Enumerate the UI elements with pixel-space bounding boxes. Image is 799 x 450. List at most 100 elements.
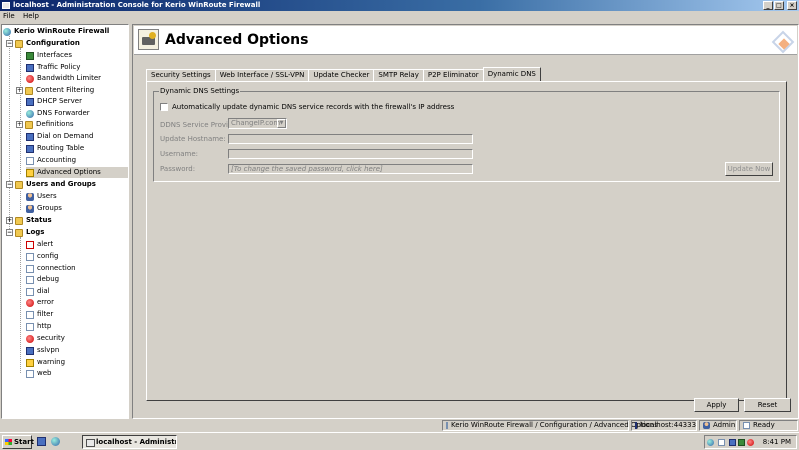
tree-item-definitions[interactable]: + Definitions: [16, 119, 74, 130]
expand-icon[interactable]: +: [6, 217, 13, 224]
tree-item-accounting[interactable]: Accounting: [26, 155, 76, 166]
auto-update-checkbox[interactable]: [160, 103, 168, 111]
tree-item-dhcp-server[interactable]: DHCP Server: [26, 96, 82, 107]
dns-forwarder-icon: [26, 109, 34, 118]
web-log-icon: [26, 369, 34, 378]
security-log-icon: [26, 334, 34, 343]
config-log-icon: [26, 252, 34, 261]
tree-item-interfaces[interactable]: Interfaces: [26, 50, 72, 61]
expand-icon[interactable]: +: [16, 87, 23, 94]
password-input[interactable]: [To change the saved password, click her…: [228, 164, 473, 174]
folder-open-icon: [15, 180, 23, 189]
minimize-button[interactable]: _: [763, 1, 773, 10]
tree-item-log-connection[interactable]: connection: [26, 263, 76, 274]
apply-button[interactable]: Apply: [694, 398, 739, 412]
tree-item-log-http[interactable]: http: [26, 321, 51, 332]
hostname-input[interactable]: [228, 134, 473, 144]
menu-file[interactable]: File: [0, 11, 18, 22]
options-tabs: Security Settings Web Interface / SSL-VP…: [146, 67, 541, 81]
collapse-icon[interactable]: −: [6, 40, 13, 47]
server-icon: [635, 422, 637, 429]
status-bar: Kerio WinRoute Firewall / Configuration …: [0, 419, 799, 431]
tree-item-users[interactable]: Users: [26, 191, 57, 202]
tab-web-interface-ssl-vpn[interactable]: Web Interface / SSL-VPN: [214, 69, 310, 81]
tree-item-dial-on-demand[interactable]: Dial on Demand: [26, 131, 93, 142]
taskbar: Start localhost - Administr... 8:41 PM: [0, 432, 799, 450]
start-button[interactable]: Start: [2, 435, 34, 449]
group-icon: [26, 204, 34, 213]
user-icon: [703, 422, 710, 429]
tree-item-log-warning[interactable]: warning: [26, 357, 65, 368]
window-title: localhost - Administration Console for K…: [13, 1, 261, 9]
menu-help[interactable]: Help: [20, 11, 42, 22]
tree-item-groups[interactable]: Groups: [26, 203, 62, 214]
username-input[interactable]: [228, 149, 473, 159]
tree-item-log-alert[interactable]: alert: [26, 239, 53, 250]
user-icon: [26, 192, 34, 201]
tree-item-status[interactable]: + Status: [6, 215, 52, 226]
filter-log-icon: [26, 310, 34, 319]
tab-p2p-eliminator[interactable]: P2P Eliminator: [422, 69, 484, 81]
taskbar-window-button[interactable]: localhost - Administr...: [82, 435, 177, 449]
status-state: Ready: [739, 420, 798, 431]
tree-item-log-debug[interactable]: debug: [26, 274, 59, 285]
tree-root[interactable]: Kerio WinRoute Firewall: [3, 26, 109, 37]
tree-item-users-and-groups[interactable]: − Users and Groups: [6, 179, 96, 190]
firewall-tray-icon[interactable]: [747, 439, 754, 446]
tree-item-content-filtering[interactable]: + Content Filtering: [16, 85, 94, 96]
provider-value: ChangeIP.com: [231, 119, 281, 127]
tree-connector: [20, 237, 21, 373]
dhcp-server-icon: [26, 97, 34, 106]
reset-button[interactable]: Reset: [744, 398, 791, 412]
tree-item-log-security[interactable]: security: [26, 333, 65, 344]
error-log-icon: [26, 298, 34, 307]
status-user: Admin: [699, 420, 737, 431]
tab-dynamic-dns[interactable]: Dynamic DNS: [482, 67, 541, 81]
tree-item-logs[interactable]: − Logs: [6, 227, 44, 238]
tab-update-checker[interactable]: Update Checker: [308, 69, 375, 81]
tab-security-settings[interactable]: Security Settings: [146, 69, 216, 81]
folder-open-icon: [15, 39, 23, 48]
warning-log-icon: [26, 358, 34, 367]
auto-update-label: Automatically update dynamic DNS service…: [172, 103, 455, 111]
tree-item-log-web[interactable]: web: [26, 368, 51, 379]
page-title: Advanced Options: [165, 32, 309, 48]
folder-icon: [25, 86, 33, 95]
tree-item-dns-forwarder[interactable]: DNS Forwarder: [26, 108, 90, 119]
hostname-label: Update Hostname:: [160, 135, 226, 143]
close-button[interactable]: ×: [787, 1, 797, 10]
ddns-settings-group: Dynamic DNS Settings Automatically updat…: [153, 87, 780, 182]
dial-log-icon: [26, 287, 34, 296]
maximize-button[interactable]: □: [774, 1, 784, 10]
chevron-down-icon[interactable]: ▼: [277, 119, 286, 128]
folder-open-icon: [15, 228, 23, 237]
tree-item-log-sslvpn[interactable]: sslvpn: [26, 345, 59, 356]
tree-item-log-dial[interactable]: dial: [26, 286, 50, 297]
kerio-tray-icon[interactable]: [729, 439, 736, 446]
auto-update-option[interactable]: Automatically update dynamic DNS service…: [160, 103, 454, 111]
internet-explorer-icon[interactable]: [51, 437, 60, 446]
update-now-button[interactable]: Update Now: [725, 162, 773, 176]
help-icon[interactable]: [707, 439, 714, 446]
network-icon[interactable]: [718, 439, 725, 446]
collapse-icon[interactable]: −: [6, 181, 13, 188]
tree-item-traffic-policy[interactable]: Traffic Policy: [26, 62, 80, 73]
expand-icon[interactable]: +: [16, 121, 23, 128]
tree-item-log-filter[interactable]: filter: [26, 309, 53, 320]
status-tray-icon[interactable]: [738, 439, 745, 446]
bandwidth-limiter-icon: [26, 74, 34, 83]
provider-select[interactable]: ChangeIP.com ▼: [228, 118, 287, 129]
tree-item-advanced-options[interactable]: Advanced Options: [26, 167, 128, 178]
tab-smtp-relay[interactable]: SMTP Relay: [373, 69, 424, 81]
collapse-icon[interactable]: −: [6, 229, 13, 236]
window-controls: _ □ ×: [763, 1, 797, 10]
tree-item-log-config[interactable]: config: [26, 251, 58, 262]
tree-item-routing-table[interactable]: Routing Table: [26, 143, 84, 154]
username-label: Username:: [160, 150, 199, 158]
tree-item-log-error[interactable]: error: [26, 297, 54, 308]
tree-item-bandwidth-limiter[interactable]: Bandwidth Limiter: [26, 73, 101, 84]
tree-item-configuration[interactable]: − Configuration: [6, 38, 80, 49]
accounting-icon: [26, 156, 34, 165]
password-label: Password:: [160, 165, 196, 173]
show-desktop-icon[interactable]: [37, 437, 46, 446]
